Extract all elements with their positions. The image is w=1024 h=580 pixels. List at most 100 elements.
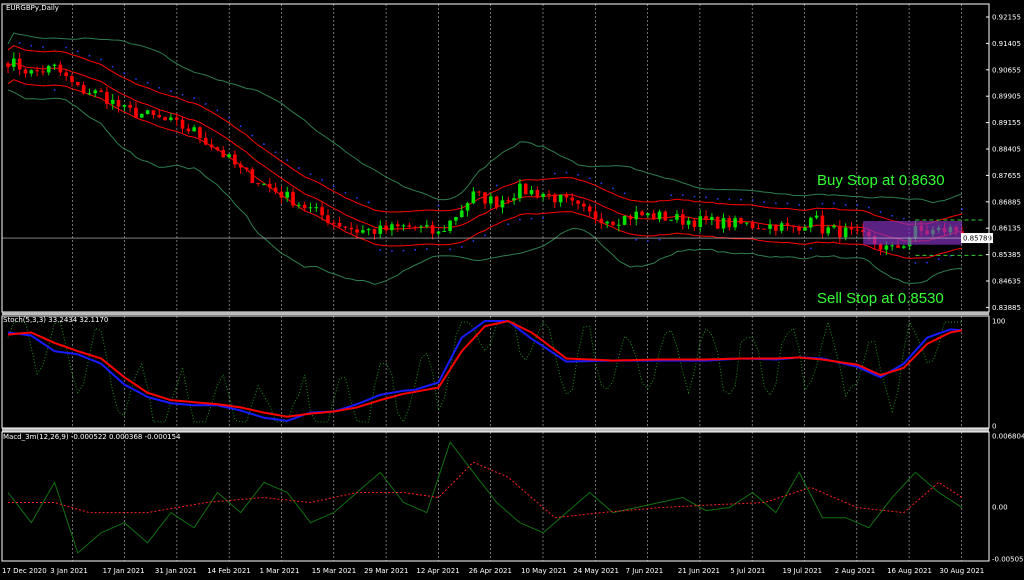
price-tick-label: 0.92155 — [992, 14, 1021, 22]
candle-body — [378, 225, 383, 234]
psar-dot — [937, 258, 940, 260]
psar-dot — [693, 195, 696, 198]
candle-body — [628, 215, 633, 220]
candle-body — [395, 224, 400, 227]
trading-chart-window[interactable]: 0.92155 0.91405 0.90655 0.89905 0.89155 0.884… — [0, 0, 1024, 576]
candle-body — [616, 224, 621, 226]
candle-body — [174, 117, 179, 120]
psar-dot — [216, 109, 219, 112]
candle-body — [634, 211, 639, 220]
psar-dot — [821, 202, 824, 205]
psar-dot — [239, 125, 242, 128]
candle-body — [896, 245, 900, 248]
candle-body — [785, 223, 790, 226]
candle-body — [779, 223, 784, 231]
candle-body — [832, 225, 836, 228]
psar-dot — [123, 72, 126, 75]
candle-body — [640, 211, 644, 216]
candle-body — [23, 69, 28, 74]
psar-dot — [286, 159, 289, 162]
candle-body — [739, 218, 743, 224]
psar-dot — [42, 46, 44, 48]
psar-dot — [53, 89, 56, 91]
psar-dot — [868, 206, 870, 209]
candle-body — [169, 117, 173, 120]
symbol-label: EURGBPy,Daily — [6, 4, 59, 12]
sell-stop-annotation: Sell Stop at 0.8530 — [817, 290, 944, 307]
psar-dot — [344, 191, 347, 194]
candle-body — [366, 229, 371, 231]
candle-body — [209, 144, 214, 148]
candle-body — [558, 194, 563, 203]
candle-body — [134, 107, 138, 118]
psar-dot — [18, 42, 21, 44]
candle-body — [553, 194, 557, 203]
psar-dot — [76, 50, 79, 53]
psar-dot — [553, 172, 556, 175]
price-tick-label: 0.83885 — [992, 304, 1021, 312]
candle-body — [35, 70, 39, 72]
candle-body — [250, 169, 255, 183]
candle-body — [6, 63, 10, 67]
candle-body — [52, 64, 57, 66]
candle-body — [698, 216, 703, 227]
time-axis-label: 30 Aug 2021 — [939, 567, 984, 575]
candle-body — [302, 204, 307, 209]
candle-body — [855, 229, 860, 231]
time-axis-label: 16 Aug 2021 — [887, 567, 932, 575]
psar-dot — [798, 204, 801, 206]
stochastic-label: Stoch(5,3,3) 33.2434 32.1170 — [3, 316, 108, 324]
time-axis-label: 31 Jan 2021 — [155, 567, 197, 575]
candle-body — [186, 128, 191, 132]
candle-body — [814, 215, 819, 218]
psar-dot — [902, 217, 905, 220]
candle-body — [384, 225, 388, 231]
candle-body — [838, 225, 842, 238]
psar-dot — [228, 116, 230, 119]
psar-dot — [193, 97, 196, 100]
candle-body — [902, 246, 906, 248]
candle-body — [17, 58, 22, 70]
candle-body — [64, 72, 68, 77]
candle-body — [419, 226, 423, 228]
consolidation-rect — [863, 221, 962, 245]
psar-dot — [263, 143, 265, 145]
candle-body — [587, 206, 592, 212]
psar-dot — [437, 204, 440, 207]
time-axis-label: 3 Jan 2021 — [50, 567, 88, 575]
candle-body — [884, 245, 889, 250]
candle-body — [215, 147, 220, 151]
time-axis-label: 2 Aug 2021 — [835, 567, 875, 575]
consolidation-box — [863, 221, 962, 245]
psar-dot — [833, 202, 835, 205]
psar-dot — [274, 151, 277, 154]
candle-body — [361, 230, 365, 233]
macd-tick-label: -0.005052 — [992, 556, 1024, 564]
macd-tick-label: 0.00 — [992, 504, 1008, 512]
time-axis-label: 17 Jan 2021 — [103, 567, 145, 575]
psar-dot — [809, 247, 812, 250]
candle-body — [326, 215, 330, 223]
candle-body — [890, 245, 894, 247]
psar-dot — [460, 246, 463, 248]
candle-body — [878, 243, 883, 250]
candle-body — [733, 218, 737, 228]
psar-dot — [204, 103, 207, 105]
candle-body — [593, 211, 598, 219]
candle-body — [442, 231, 447, 233]
candle-body — [297, 204, 301, 206]
candle-body — [355, 229, 359, 233]
candle-body — [308, 207, 313, 209]
price-tick-label: 0.89905 — [992, 93, 1021, 101]
psar-dot — [146, 81, 149, 84]
candle-body — [547, 193, 551, 195]
psar-dot — [251, 134, 254, 137]
candle-body — [494, 196, 499, 208]
candle-body — [87, 93, 92, 95]
chart-canvas[interactable]: 0.92155 0.91405 0.90655 0.89905 0.89155 0.884… — [0, 0, 1024, 576]
candle-body — [122, 104, 127, 107]
psar-dot — [658, 238, 661, 241]
candle-body — [70, 76, 74, 82]
stochastic-tick-label: 0 — [992, 423, 996, 431]
candle-body — [750, 222, 755, 229]
